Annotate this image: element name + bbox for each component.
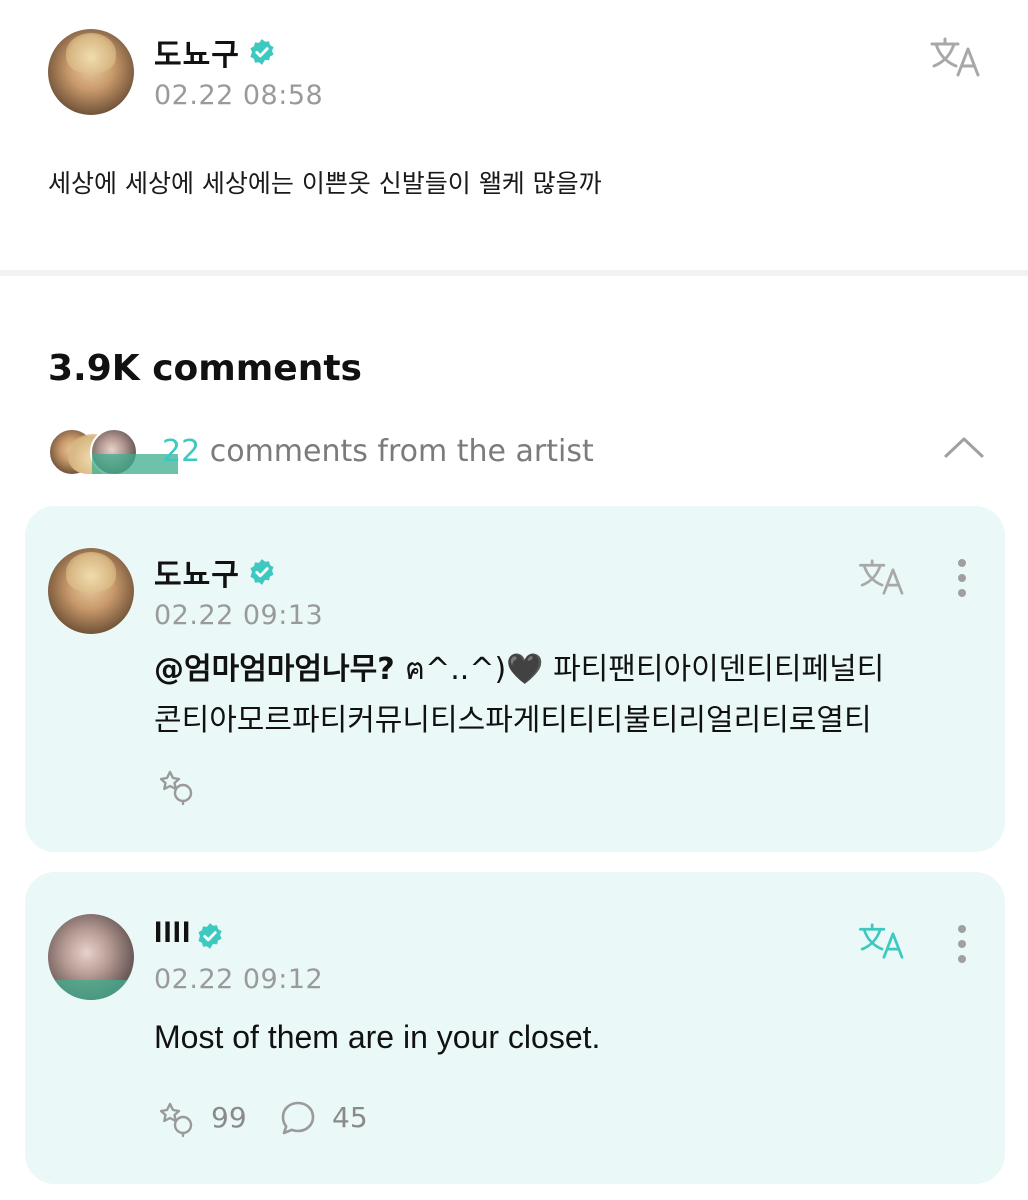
comment-author-avatar[interactable] — [48, 548, 134, 634]
translate-icon[interactable] — [858, 558, 908, 596]
comment-mention[interactable]: @엄마엄마엄나무? — [154, 652, 405, 687]
comment-timestamp: 02.22 09:13 — [154, 600, 324, 631]
reply-bubble-icon[interactable] — [278, 1098, 318, 1138]
post-timestamp: 02.22 08:58 — [154, 80, 324, 111]
section-divider — [0, 270, 1028, 276]
comment-text-line2: 콘티아모르파티커뮤니티스파게티티티불티리얼리티로열티 — [154, 703, 872, 738]
comment-text: @엄마엄마엄나무? ฅ^..^)🖤 파티팬티아이덴티티페널티 콘티아모르파티커뮤… — [154, 644, 974, 746]
verified-badge-icon — [198, 923, 222, 949]
more-dots-icon[interactable] — [955, 558, 969, 598]
post-text: 세상에 세상에 세상에는 이쁜옷 신발들이 왤케 많을까 — [48, 169, 602, 198]
reply-count: 45 — [332, 1101, 368, 1134]
translate-icon[interactable] — [930, 36, 984, 78]
comments-count: 3.9K comments — [48, 348, 362, 389]
verified-badge-icon — [250, 39, 274, 65]
artist-mini-avatar — [90, 428, 178, 476]
post-author-avatar[interactable] — [48, 29, 134, 115]
artist-comments-toggle[interactable]: 22 comments from the artist — [162, 434, 594, 469]
comment-text-line1: 파티팬티아이덴티티페널티 — [543, 652, 885, 687]
comment-author-name[interactable]: IIII — [154, 916, 191, 950]
verified-badge-icon — [250, 559, 274, 585]
like-sparkle-icon[interactable] — [156, 1098, 196, 1138]
chevron-up-icon[interactable] — [942, 434, 986, 460]
comment-text: Most of them are in your closet. — [154, 1019, 601, 1055]
comment-author-name[interactable]: 도뇨구 — [154, 550, 240, 594]
artist-mini-avatar — [48, 428, 118, 476]
comment-timestamp: 02.22 09:12 — [154, 964, 324, 995]
more-dots-icon[interactable] — [955, 924, 969, 964]
comment-emoticon: ฅ^..^)🖤 — [405, 652, 544, 687]
comment-author-avatar[interactable] — [48, 914, 134, 1000]
like-count: 99 — [211, 1101, 247, 1134]
translate-icon[interactable] — [858, 922, 908, 960]
artist-comment-count: 22 — [162, 434, 201, 469]
post-author-name[interactable]: 도뇨구 — [154, 30, 240, 74]
like-sparkle-icon[interactable] — [156, 766, 196, 806]
artist-comment-label: comments from the artist — [200, 434, 594, 469]
